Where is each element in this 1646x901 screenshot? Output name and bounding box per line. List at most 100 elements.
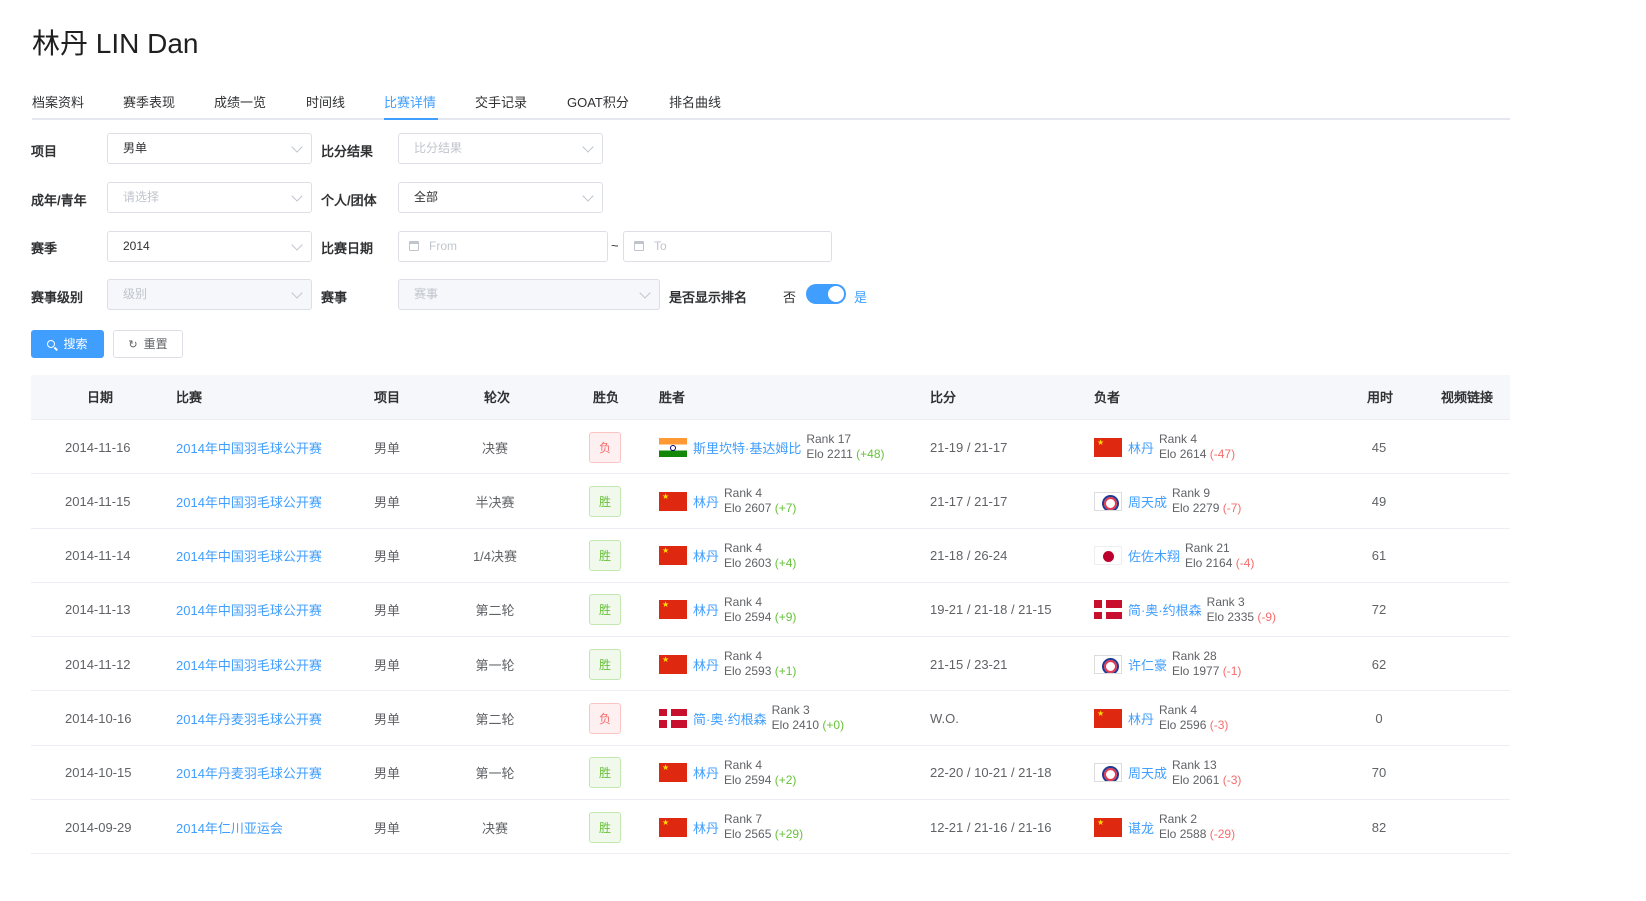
tab-profile[interactable]: 档案资料 (32, 92, 84, 111)
loser-elo-delta: (-3) (1209, 718, 1229, 733)
round-cell: 决赛 (481, 440, 508, 456)
date-from-input[interactable]: From (398, 231, 608, 262)
loser-name-link[interactable]: 佐佐木翔 (1128, 546, 1180, 565)
round-cell: 第二轮 (475, 603, 515, 619)
video-link-cell[interactable] (1441, 637, 1501, 691)
score-cell: 21-15 / 23-21 (930, 656, 1008, 672)
match-link[interactable]: 2014年丹麦羽毛球公开赛 (176, 746, 322, 800)
winner-name-link[interactable]: 林丹 (693, 546, 719, 565)
match-link[interactable]: 2014年中国羽毛球公开赛 (176, 474, 322, 528)
tab-season-performance[interactable]: 赛季表现 (123, 92, 175, 111)
loser-name-link[interactable]: 简·奥·约根森 (1128, 600, 1202, 619)
loser-elo-delta: (-9) (1257, 609, 1277, 624)
loser-rank: Rank 21 (1185, 540, 1230, 555)
winner-elo-delta: (+7) (774, 501, 797, 516)
winner-name-link[interactable]: 林丹 (693, 600, 719, 619)
winner-elo-delta: (+0) (822, 718, 845, 733)
level-select[interactable]: 级别 (107, 279, 312, 310)
match-link[interactable]: 2014年中国羽毛球公开赛 (176, 583, 322, 637)
chevron-down-icon (582, 190, 594, 202)
winner-rank: Rank 17 (806, 432, 852, 446)
tab-ranking-curve[interactable]: 排名曲线 (669, 92, 721, 111)
reset-button[interactable]: ↻ 重置 (113, 330, 183, 358)
score-result-select[interactable]: 比分结果 (398, 133, 603, 164)
video-link-cell[interactable] (1441, 800, 1501, 854)
loser-name-link[interactable]: 谌龙 (1128, 818, 1154, 837)
col-date-header[interactable]: 日期 (87, 375, 113, 420)
individual-team-value: 全部 (414, 190, 439, 204)
loser-rank-info: Rank 21 Elo 2164 (-4) (1185, 541, 1254, 571)
score-cell: W.O. (930, 710, 959, 726)
tab-match-details[interactable]: 比赛详情 (384, 92, 436, 111)
result-cell: 胜 (581, 583, 629, 637)
search-button[interactable]: 搜索 (31, 330, 104, 358)
level-filter-label: 赛事级别 (31, 290, 84, 305)
date-cell: 2014-11-15 (65, 493, 131, 509)
loser-name-link[interactable]: 林丹 (1128, 709, 1154, 728)
loser-elo-delta: (-1) (1222, 664, 1242, 679)
loser-elo: Elo 2335 (1206, 609, 1258, 624)
winner-rank-info: Rank 4 Elo 2603 (+4) (724, 541, 796, 571)
round-cell: 第一轮 (475, 766, 515, 782)
show-rank-off-label[interactable]: 否 (783, 287, 796, 306)
show-rank-on-label[interactable]: 是 (854, 287, 867, 306)
score-cell: 12-21 / 21-16 / 21-16 (930, 819, 1052, 835)
winner-name-link[interactable]: 林丹 (693, 763, 719, 782)
date-range-separator: ~ (611, 238, 619, 253)
tournament-select[interactable]: 赛事 (398, 279, 660, 310)
date-to-input[interactable]: To (623, 231, 832, 262)
duration-cell: 72 (1371, 602, 1387, 618)
winner-rank: Rank 3 (771, 703, 810, 718)
winner-elo: Elo 2410 (771, 718, 823, 733)
match-table: 日期 比赛 项目 轮次 胜负 胜者 比分 负者 用时 视频链接 2014-11-… (31, 375, 1510, 855)
winner-name-link[interactable]: 简·奥·约根森 (693, 709, 767, 728)
chevron-down-icon (291, 190, 303, 202)
loser-name-link[interactable]: 林丹 (1128, 438, 1154, 457)
calendar-icon (634, 241, 644, 251)
loser-elo: Elo 2614 (1159, 447, 1210, 461)
video-link-cell[interactable] (1441, 420, 1501, 474)
video-link-cell[interactable] (1441, 691, 1501, 745)
loser-rank: Rank 4 (1159, 703, 1198, 718)
match-link[interactable]: 2014年中国羽毛球公开赛 (176, 420, 322, 474)
video-link-cell[interactable] (1441, 474, 1501, 528)
winner-cell: 简·奥·约根森 Rank 3 Elo 2410 (+0) (659, 691, 844, 745)
match-link[interactable]: 2014年中国羽毛球公开赛 (176, 637, 322, 691)
match-link[interactable]: 2014年丹麦羽毛球公开赛 (176, 691, 322, 745)
winner-rank-info: Rank 4 Elo 2593 (+1) (724, 649, 796, 679)
score-cell: 19-21 / 21-18 / 21-15 (930, 602, 1052, 618)
winner-elo-delta: (+1) (774, 664, 797, 679)
search-icon (47, 340, 56, 348)
score-result-placeholder: 比分结果 (414, 141, 463, 155)
table-body: 2014-11-16 2014年中国羽毛球公开赛 男单 决赛 负 斯里坎特·基达… (31, 420, 1510, 855)
loser-rank-info: Rank 13 Elo 2061 (-3) (1172, 758, 1241, 788)
tournament-placeholder: 赛事 (414, 287, 439, 301)
event-select[interactable]: 男单 (107, 133, 312, 164)
tab-timeline[interactable]: 时间线 (306, 92, 345, 111)
china-flag (659, 546, 687, 566)
match-link[interactable]: 2014年中国羽毛球公开赛 (176, 529, 322, 583)
winner-name-link[interactable]: 林丹 (693, 492, 719, 511)
individual-team-select[interactable]: 全部 (398, 182, 603, 213)
season-select[interactable]: 2014 (107, 231, 312, 262)
loser-name-link[interactable]: 周天成 (1128, 763, 1167, 782)
video-link-cell[interactable] (1441, 746, 1501, 800)
show-rank-toggle[interactable] (806, 284, 846, 304)
video-link-cell[interactable] (1441, 529, 1501, 583)
winner-name-link[interactable]: 斯里坎特·基达姆比 (693, 438, 801, 457)
match-link[interactable]: 2014年仁川亚运会 (176, 800, 283, 854)
event-cell: 男单 (374, 657, 401, 673)
loser-cell: 谌龙 Rank 2 Elo 2588 (-29) (1094, 800, 1235, 854)
loser-name-link[interactable]: 周天成 (1128, 492, 1167, 511)
tab-head-to-head[interactable]: 交手记录 (475, 92, 527, 111)
loser-name-link[interactable]: 许仁豪 (1128, 655, 1167, 674)
winner-name-link[interactable]: 林丹 (693, 818, 719, 837)
winner-name-link[interactable]: 林丹 (693, 655, 719, 674)
loser-cell: 林丹 Rank 4 Elo 2614 (-47) (1094, 420, 1235, 474)
round-cell: 1/4决赛 (472, 549, 518, 565)
tab-goat-points[interactable]: GOAT积分 (567, 92, 629, 111)
tab-results-overview[interactable]: 成绩一览 (214, 92, 266, 111)
col-duration-header[interactable]: 用时 (1367, 375, 1393, 420)
age-group-select[interactable]: 请选择 (107, 182, 312, 213)
video-link-cell[interactable] (1441, 583, 1501, 637)
